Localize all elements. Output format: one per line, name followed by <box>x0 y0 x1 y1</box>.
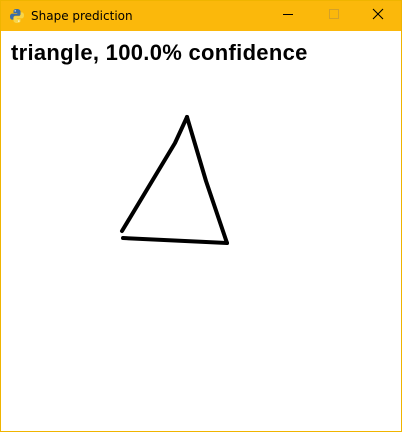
minimize-icon <box>282 7 294 25</box>
drawn-triangle <box>120 115 189 233</box>
window-title: Shape prediction <box>31 9 133 23</box>
minimize-button[interactable] <box>265 1 311 31</box>
close-button[interactable] <box>355 1 401 31</box>
title-bar[interactable]: Shape prediction <box>1 1 401 31</box>
drawn-triangle-right-side <box>185 115 229 245</box>
close-icon <box>372 7 384 25</box>
maximize-button[interactable] <box>311 1 357 31</box>
drawn-triangle-base <box>121 236 229 245</box>
prediction-label: triangle, 100.0% confidence <box>11 40 308 65</box>
app-window: Shape prediction triangle, 100.0% confid… <box>0 0 402 432</box>
drawing-area[interactable]: triangle, 100.0% confidence <box>1 31 401 431</box>
drawing-canvas[interactable] <box>1 31 401 431</box>
maximize-icon <box>328 7 340 25</box>
python-icon <box>9 8 25 24</box>
